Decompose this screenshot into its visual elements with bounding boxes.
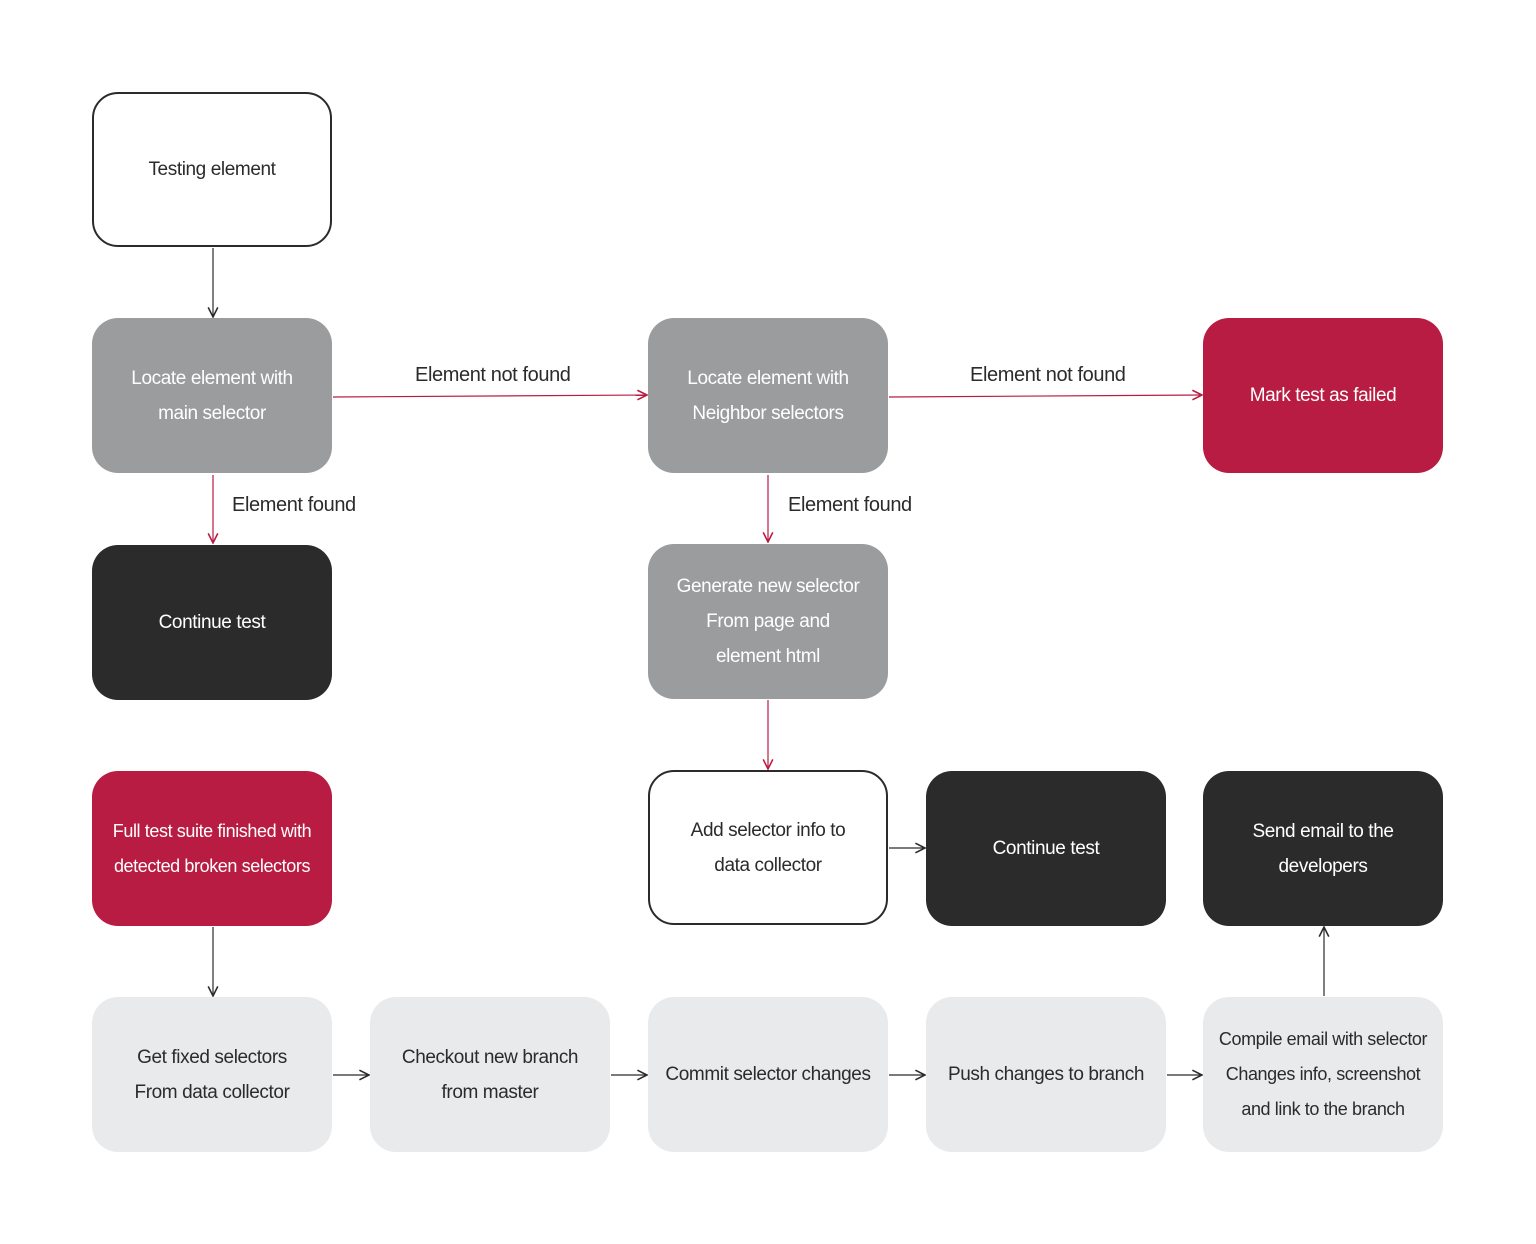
node-mark-failed: Mark test as failed bbox=[1203, 318, 1443, 473]
edge-main-not-found bbox=[332, 395, 647, 397]
node-locate-neighbor: Locate element with Neighbor selectors bbox=[648, 318, 888, 473]
node-label: Mark test as failed bbox=[1249, 385, 1397, 406]
edge-label-not-found-1: Element not found bbox=[415, 364, 571, 386]
node-generate-selector: Generate new selector From page and elem… bbox=[648, 544, 888, 699]
edge-label-found-1: Element found bbox=[232, 494, 356, 516]
node-suite-finished: Full test suite finished with detected b… bbox=[92, 771, 332, 926]
node-compile-email: Compile email with selector Changes info… bbox=[1203, 997, 1443, 1152]
node-testing-element: Testing element bbox=[92, 92, 332, 247]
node-label: Testing element bbox=[148, 159, 276, 180]
node-get-fixed-selectors: Get fixed selectors From data collector bbox=[92, 997, 332, 1152]
node-locate-main: Locate element with main selector bbox=[92, 318, 332, 473]
node-label: Checkout new branch from master bbox=[401, 1046, 579, 1103]
node-commit-changes: Commit selector changes bbox=[648, 997, 888, 1152]
node-label: Locate element with main selector bbox=[131, 367, 293, 424]
node-continue-test-1: Continue test bbox=[92, 545, 332, 700]
node-add-selector-info: Add selector info to data collector bbox=[648, 770, 888, 925]
node-label: Get fixed selectors From data collector bbox=[134, 1046, 290, 1103]
node-label: Full test suite finished with detected b… bbox=[112, 820, 312, 876]
node-label: Locate element with Neighbor selectors bbox=[687, 367, 849, 424]
edge-label-found-2: Element found bbox=[788, 494, 912, 516]
node-label: Push changes to branch bbox=[947, 1064, 1145, 1085]
node-checkout-branch: Checkout new branch from master bbox=[370, 997, 610, 1152]
edge-label-not-found-2: Element not found bbox=[970, 364, 1126, 386]
node-label: Continue test bbox=[158, 612, 266, 633]
node-label: Add selector info to data collector bbox=[690, 819, 846, 876]
node-label: Compile email with selector Changes info… bbox=[1218, 1029, 1428, 1119]
node-continue-test-2: Continue test bbox=[926, 771, 1166, 926]
node-label: Send email to the developers bbox=[1252, 820, 1394, 877]
node-label: Generate new selector From page and elem… bbox=[676, 576, 860, 667]
node-label: Commit selector changes bbox=[665, 1064, 871, 1085]
edge-neighbor-not-found bbox=[888, 395, 1202, 397]
node-label: Continue test bbox=[992, 838, 1100, 859]
node-send-email: Send email to the developers bbox=[1203, 771, 1443, 926]
node-push-changes: Push changes to branch bbox=[926, 997, 1166, 1152]
